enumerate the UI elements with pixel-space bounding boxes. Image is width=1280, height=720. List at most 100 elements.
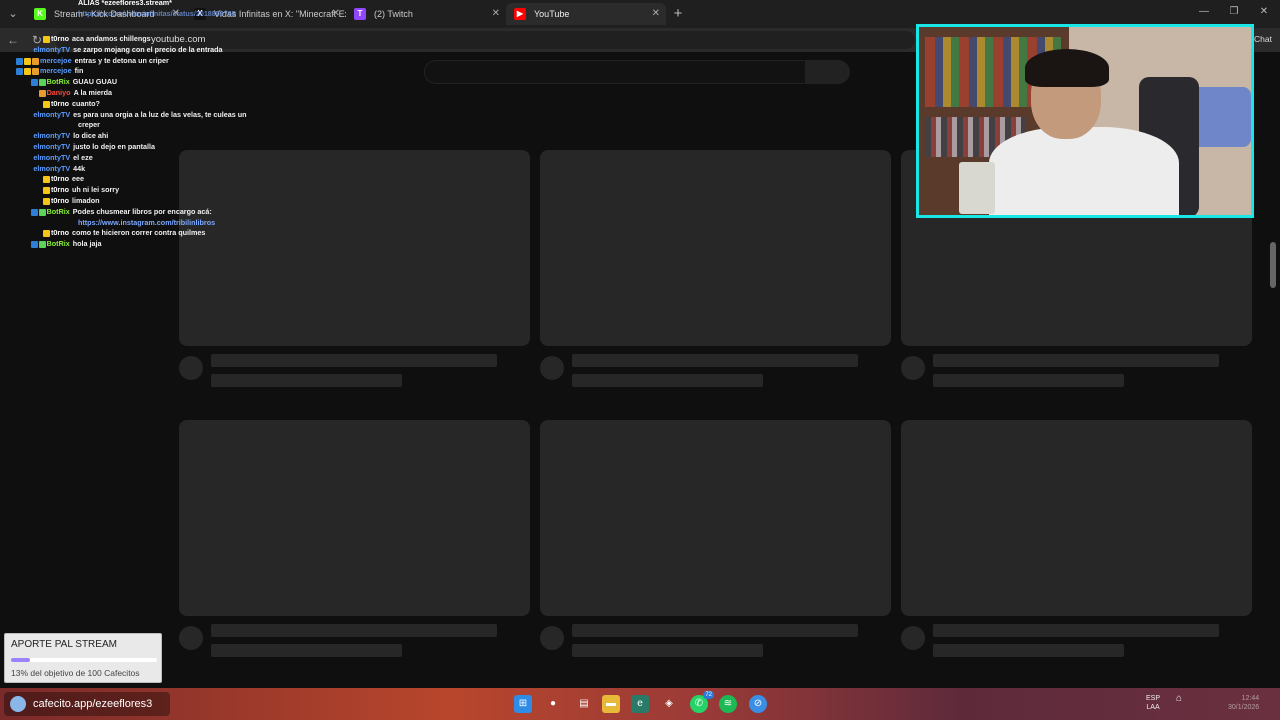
channel-avatar-skeleton bbox=[901, 356, 925, 380]
chat-message: elmontyTV 44k bbox=[33, 164, 85, 175]
chat-message: BotRix Podes chusmear libros por encargo … bbox=[30, 207, 212, 218]
chat-message: https://www.instagram.com/tribilinlibros bbox=[78, 218, 215, 229]
chat-link[interactable]: https://www.instagram.com/tribilinlibros bbox=[78, 218, 215, 227]
file-explorer-icon[interactable]: ▬ bbox=[602, 695, 620, 713]
new-tab-button[interactable]: + bbox=[671, 4, 685, 24]
tab-label: YouTube bbox=[534, 9, 570, 19]
sub-badge-icon bbox=[38, 90, 46, 97]
video-thumbnail-skeleton bbox=[540, 420, 891, 616]
chat-username: mercejoe bbox=[40, 55, 72, 65]
chat-username: mercejoe bbox=[40, 66, 72, 76]
chat-text: se zarpo mojang con el precio de la entr… bbox=[73, 44, 223, 54]
network-icon[interactable]: ⌂ bbox=[1176, 694, 1182, 704]
clock-date: 30/1/2026 bbox=[1228, 704, 1260, 711]
page-scrollbar[interactable] bbox=[1270, 242, 1276, 288]
tab-youtube[interactable]: ▶ YouTube ✕ bbox=[506, 3, 666, 25]
chat-message: elmontyTV el eze bbox=[33, 153, 92, 164]
title-skeleton bbox=[933, 624, 1219, 637]
check-badge-icon bbox=[24, 57, 31, 65]
keyboard-language[interactable]: ESP LAA bbox=[1146, 694, 1160, 712]
chat-text: uh ni lei sorry bbox=[71, 185, 120, 195]
mod-badge-icon bbox=[30, 79, 38, 87]
clock-time: 12:44 bbox=[1241, 695, 1260, 702]
youtube-search-input[interactable] bbox=[424, 60, 806, 84]
chat-text: como te hicieron correr contra quilmes bbox=[71, 228, 206, 238]
cup bbox=[959, 162, 995, 214]
app-icon[interactable]: ⊘ bbox=[749, 695, 767, 713]
chat-text: creper bbox=[78, 120, 100, 130]
check-badge-icon bbox=[43, 230, 50, 238]
chat-username: elmontyTV bbox=[33, 163, 71, 173]
windows-start-icon[interactable]: ⊞ bbox=[514, 695, 532, 713]
tab-twitch[interactable]: T (2) Twitch ✕ bbox=[346, 3, 506, 25]
title-skeleton bbox=[572, 354, 858, 367]
chat-message: t0rno limadon bbox=[43, 196, 100, 207]
search-icon[interactable]: ● bbox=[544, 695, 562, 713]
donation-title: APORTE PAL STREAM bbox=[11, 639, 117, 650]
channel-avatar-skeleton bbox=[179, 626, 203, 650]
close-tab-icon[interactable]: ✕ bbox=[332, 3, 340, 25]
chat-message: BotRix GUAU GUAU bbox=[30, 77, 117, 88]
youtube-search-button[interactable] bbox=[806, 60, 850, 84]
edge-browser-icon[interactable]: e bbox=[631, 695, 649, 713]
webcam-overlay bbox=[916, 24, 1254, 218]
chat-badges bbox=[30, 207, 47, 218]
donation-status: 13% del objetivo de 100 Cafecitos bbox=[11, 668, 140, 678]
chat-badges bbox=[30, 77, 47, 88]
chat-text: lo dice ahi bbox=[73, 131, 109, 141]
chat-text: justo lo dejo en pantalla bbox=[73, 142, 156, 151]
stream-chat-overlay: ALIAS *ezeeflores3.stream* https://x.com… bbox=[0, 0, 270, 260]
sub-badge-icon bbox=[32, 68, 39, 76]
chat-text: hola jaja bbox=[72, 239, 102, 249]
chat-badges bbox=[43, 196, 51, 207]
bot-badge-icon bbox=[38, 208, 46, 216]
maximize-icon[interactable]: ❐ bbox=[1226, 6, 1242, 17]
channel-avatar-skeleton bbox=[179, 356, 203, 380]
check-badge-icon bbox=[43, 176, 50, 184]
whatsapp-icon[interactable]: ✆ 72 bbox=[690, 691, 714, 713]
chat-message: t0rno como te hicieron correr contra quil… bbox=[43, 228, 205, 239]
chat-message: t0rno uh ni lei sorry bbox=[43, 185, 119, 196]
meta-skeleton bbox=[933, 644, 1124, 657]
check-badge-icon bbox=[43, 198, 50, 205]
chat-badges bbox=[43, 228, 51, 239]
channel-avatar-skeleton bbox=[540, 356, 564, 380]
youtube-icon: ▶ bbox=[514, 8, 526, 20]
tab-label: (2) Twitch bbox=[374, 9, 413, 19]
task-view-icon[interactable]: ▤ bbox=[575, 695, 593, 713]
steam-icon[interactable]: ◈ bbox=[660, 695, 678, 713]
chat-username: BotRix bbox=[46, 239, 70, 249]
chat-badges bbox=[30, 239, 47, 250]
close-tab-icon[interactable]: ✕ bbox=[492, 3, 500, 25]
chat-button[interactable]: Chat bbox=[1254, 34, 1272, 44]
chat-text: A la mierda bbox=[73, 88, 113, 97]
chat-header-line: ALIAS *ezeeflores3.stream* bbox=[78, 0, 172, 7]
bot-badge-icon bbox=[38, 79, 46, 87]
streamer-hair bbox=[1025, 49, 1109, 87]
clock[interactable]: 12:44 30/1/2026 bbox=[1228, 694, 1259, 712]
chat-message: elmontyTV lo dice ahi bbox=[33, 131, 108, 142]
title-skeleton bbox=[211, 354, 497, 367]
chat-message: t0rno cuanto? bbox=[43, 99, 100, 110]
bot-badge-icon bbox=[38, 241, 46, 249]
video-thumbnail-skeleton bbox=[540, 150, 891, 346]
chat-badges bbox=[38, 88, 47, 99]
chat-message: mercejoe fin bbox=[16, 66, 83, 77]
close-window-icon[interactable]: ✕ bbox=[1256, 6, 1272, 17]
chat-message: creper bbox=[78, 120, 100, 131]
minimize-icon[interactable]: — bbox=[1196, 6, 1212, 17]
chat-username: elmontyTV bbox=[33, 109, 71, 119]
check-badge-icon bbox=[43, 36, 50, 43]
check-badge-icon bbox=[43, 187, 50, 195]
chat-username: Daniyo bbox=[46, 88, 71, 97]
chat-message: Daniyo A la mierda bbox=[38, 88, 113, 99]
chat-username: elmontyTV bbox=[33, 131, 71, 141]
layout-code: LAA bbox=[1146, 704, 1160, 711]
chat-text: entras y te detona un criper bbox=[74, 55, 169, 65]
close-tab-icon[interactable]: ✕ bbox=[652, 3, 660, 25]
spotify-icon[interactable]: ≋ bbox=[719, 695, 737, 713]
chat-badges bbox=[16, 66, 40, 77]
title-skeleton bbox=[211, 624, 497, 637]
chat-username: t0rno bbox=[51, 185, 69, 195]
chat-username: BotRix bbox=[46, 77, 70, 87]
